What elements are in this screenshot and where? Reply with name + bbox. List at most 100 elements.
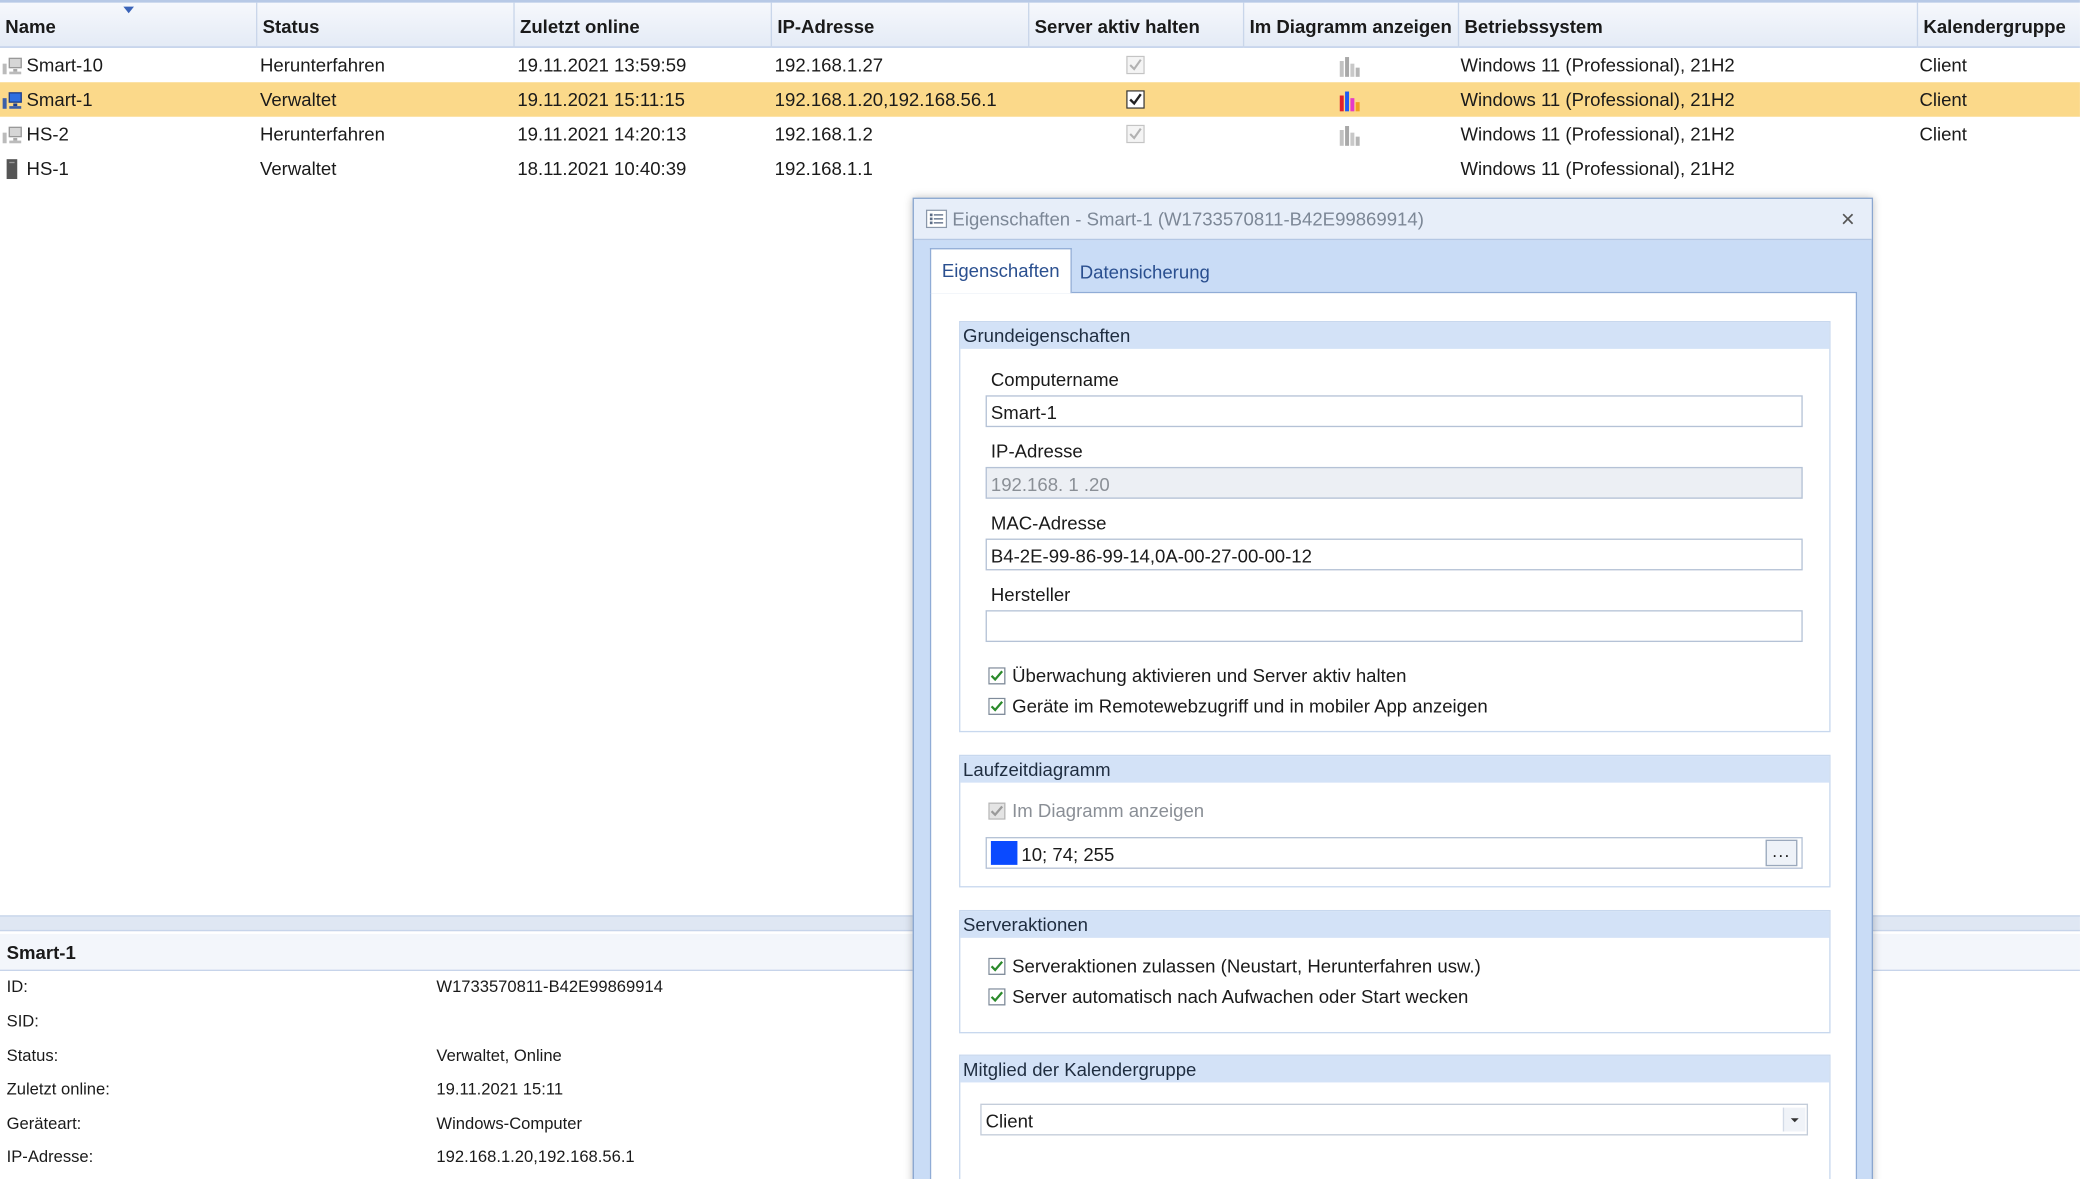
row-last-online: 19.11.2021 13:59:59 xyxy=(517,54,687,76)
row-calendar-group: Client xyxy=(1919,123,1967,145)
table-row-selected[interactable]: Smart-1 Verwaltet 19.11.2021 15:11:15 19… xyxy=(0,82,2080,117)
row-name: HS-2 xyxy=(26,123,69,145)
group-calendar: Mitglied der Kalendergruppe Client xyxy=(959,1054,1831,1179)
group-server-actions: Serveraktionen Serveraktionen zulassen (… xyxy=(959,909,1831,1034)
computername-label: Computername xyxy=(990,368,1119,390)
column-header-in-chart[interactable]: Im Diagramm anzeigen xyxy=(1244,2,1460,48)
chart-bars-icon xyxy=(1339,91,1360,112)
remote-access-checkbox-label: Geräte im Remotewebzugriff und in mobile… xyxy=(1012,695,1488,717)
group-header: Laufzeitdiagramm xyxy=(960,756,1830,783)
detail-row: Status: Verwaltet, Online xyxy=(0,1040,915,1073)
monitoring-checkbox-label: Überwachung aktivieren und Server aktiv … xyxy=(1012,664,1407,686)
mac-label: MAC-Adresse xyxy=(990,512,1107,534)
row-last-online: 18.11.2021 10:40:39 xyxy=(517,157,687,180)
mac-field[interactable]: B4-2E-99-86-99-14,0A-00-27-00-00-12 xyxy=(985,538,1803,571)
row-name: HS-1 xyxy=(26,157,69,180)
row-ip: 192.168.1.1 xyxy=(774,157,873,180)
detail-row: ID: W1733570811-B42E99869914 xyxy=(0,971,915,1004)
show-in-chart-label: Im Diagramm anzeigen xyxy=(1012,799,1205,822)
computer-online-icon xyxy=(2,92,22,109)
detail-value: 192.168.1.20,192.168.56.1 xyxy=(436,1147,635,1166)
row-status: Verwaltet xyxy=(259,157,337,180)
keep-active-checkbox[interactable] xyxy=(1126,55,1145,75)
properties-dialog: Eigenschaften - Smart-1 (W1733570811-B42… xyxy=(912,197,1874,1179)
ip-field: 192.168. 1 .20 xyxy=(985,466,1803,499)
row-status: Verwaltet xyxy=(259,88,337,111)
vendor-label: Hersteller xyxy=(990,583,1071,605)
group-header: Serveraktionen xyxy=(960,911,1830,938)
ip-label: IP-Adresse xyxy=(990,440,1083,462)
dialog-body: Grundeigenschaften Computername Smart-1 … xyxy=(929,291,1858,1179)
column-header-os[interactable]: Betriebssystem xyxy=(1459,2,1919,48)
row-status: Herunterfahren xyxy=(259,54,385,76)
detail-value: 19.11.2021 15:11 xyxy=(436,1079,564,1099)
keep-active-checkbox[interactable] xyxy=(1126,90,1145,109)
sort-arrow-icon xyxy=(123,6,134,14)
column-header-ip[interactable]: IP-Adresse xyxy=(772,2,1030,48)
detail-key: Zuletzt online: xyxy=(6,1079,110,1099)
calendar-group-select[interactable]: Client xyxy=(980,1103,1809,1136)
row-os: Windows 11 (Professional), 21H2 xyxy=(1460,157,1735,180)
server-tower-icon xyxy=(6,159,18,180)
dialog-title-bar[interactable]: Eigenschaften - Smart-1 (W1733570811-B42… xyxy=(913,198,1872,241)
chevron-down-icon[interactable] xyxy=(1782,1107,1806,1132)
color-swatch[interactable] xyxy=(990,841,1018,865)
detail-key: Geräteart: xyxy=(6,1114,82,1133)
column-header-calendar-group[interactable]: Kalendergruppe xyxy=(1918,3,2080,48)
color-picker-button[interactable]: ... xyxy=(1765,839,1798,867)
detail-key: SID: xyxy=(6,1012,39,1031)
detail-value: W1733570811-B42E99869914 xyxy=(436,977,663,997)
auto-wake-checkbox[interactable] xyxy=(988,988,1006,1006)
row-calendar-group: Client xyxy=(1919,88,1967,111)
table-row[interactable]: HS-2 Herunterfahren 19.11.2021 14:20:13 … xyxy=(0,117,2080,151)
computer-offline-icon xyxy=(2,126,22,144)
monitoring-checkbox[interactable] xyxy=(988,667,1006,685)
tab-datensicherung[interactable]: Datensicherung xyxy=(1069,251,1220,293)
detail-row: Geräteart: Windows-Computer xyxy=(0,1108,915,1141)
keep-active-checkbox[interactable] xyxy=(1126,124,1145,144)
properties-list-icon xyxy=(925,209,948,229)
dialog-title: Eigenschaften - Smart-1 (W1733570811-B42… xyxy=(952,208,1424,230)
computer-offline-icon xyxy=(2,57,22,75)
remote-access-checkbox[interactable] xyxy=(988,697,1006,715)
chart-bars-icon xyxy=(1339,126,1360,146)
allow-actions-checkbox[interactable] xyxy=(988,957,1006,975)
row-name: Smart-1 xyxy=(26,88,93,111)
table-row[interactable]: HS-1 Verwaltet 18.11.2021 10:40:39 192.1… xyxy=(0,151,2080,185)
row-os: Windows 11 (Professional), 21H2 xyxy=(1460,88,1735,111)
row-last-online: 19.11.2021 14:20:13 xyxy=(517,123,687,145)
detail-row: Zuletzt online: 19.11.2021 15:11 xyxy=(0,1073,915,1106)
color-field[interactable]: 10; 74; 255 xyxy=(985,837,1803,869)
group-basic: Grundeigenschaften Computername Smart-1 … xyxy=(959,321,1831,733)
computername-field[interactable]: Smart-1 xyxy=(985,395,1803,428)
row-ip: 192.168.1.2 xyxy=(774,123,873,145)
row-ip: 192.168.1.27 xyxy=(774,54,884,76)
close-icon[interactable]: × xyxy=(1835,206,1862,233)
column-header-last-online[interactable]: Zuletzt online xyxy=(515,2,773,48)
vendor-field[interactable] xyxy=(985,610,1803,643)
detail-value: Windows-Computer xyxy=(436,1114,583,1133)
auto-wake-label: Server automatisch nach Aufwachen oder S… xyxy=(1012,985,1469,1007)
column-header-status[interactable]: Status xyxy=(257,2,515,48)
row-name: Smart-10 xyxy=(26,54,103,76)
tab-eigenschaften[interactable]: Eigenschaften xyxy=(929,248,1072,294)
group-header: Grundeigenschaften xyxy=(960,322,1830,349)
allow-actions-label: Serveraktionen zulassen (Neustart, Herun… xyxy=(1012,955,1481,977)
row-status: Herunterfahren xyxy=(259,123,385,145)
detail-key: IP-Adresse: xyxy=(6,1147,94,1166)
detail-row: IP-Adresse: 192.168.1.20,192.168.56.1 xyxy=(0,1141,915,1174)
detail-value: Verwaltet, Online xyxy=(436,1046,562,1066)
grid-header: Name Status Zuletzt online IP-Adresse Se… xyxy=(0,0,2080,48)
detail-key: ID: xyxy=(6,977,28,997)
detail-key: Status: xyxy=(6,1046,59,1066)
table-row[interactable]: Smart-10 Herunterfahren 19.11.2021 13:59… xyxy=(0,48,2080,82)
show-in-chart-checkbox xyxy=(988,802,1006,820)
group-runtime-chart: Laufzeitdiagramm Im Diagramm anzeigen 10… xyxy=(959,754,1831,888)
column-header-keep-active[interactable]: Server aktiv halten xyxy=(1029,2,1245,48)
row-os: Windows 11 (Professional), 21H2 xyxy=(1460,123,1735,145)
row-calendar-group: Client xyxy=(1919,54,1967,76)
detail-row: SID: xyxy=(0,1005,915,1038)
chart-bars-icon xyxy=(1339,57,1360,77)
row-os: Windows 11 (Professional), 21H2 xyxy=(1460,54,1735,76)
row-ip: 192.168.1.20,192.168.56.1 xyxy=(774,88,997,111)
